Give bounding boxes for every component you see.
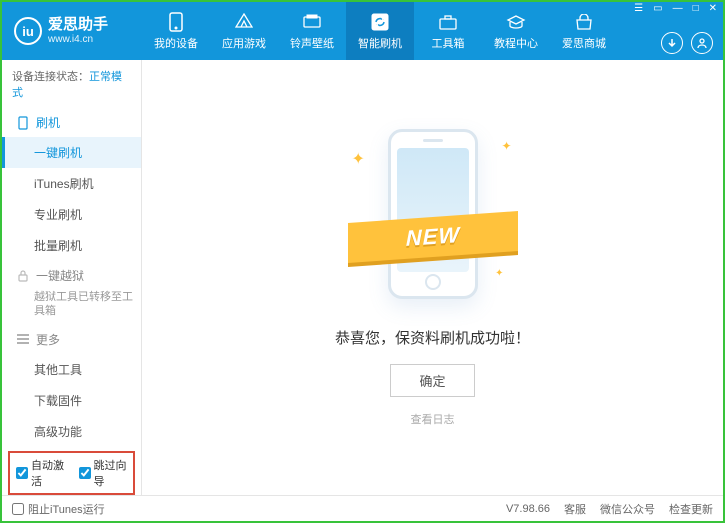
checkbox-auto-activate[interactable]: 自动激活 (16, 457, 65, 489)
footer-service[interactable]: 客服 (564, 501, 586, 517)
success-message: 恭喜您，保资料刷机成功啦！ (335, 327, 530, 348)
brand-site: www.i4.cn (48, 34, 108, 45)
download-button[interactable] (661, 32, 683, 54)
checkbox-block-itunes[interactable]: 阻止iTunes运行 (12, 501, 105, 517)
nav-apps[interactable]: 应用游戏 (210, 2, 278, 60)
minimize-icon[interactable]: — (671, 4, 685, 14)
nav-label: 智能刷机 (358, 35, 402, 51)
nav-ringtones[interactable]: 铃声壁纸 (278, 2, 346, 60)
logo-icon: iu (14, 17, 42, 45)
maximize-icon[interactable]: □ (691, 4, 701, 14)
toolbox-icon (438, 12, 458, 32)
close-icon[interactable]: ✕ (707, 4, 719, 14)
sidebar-item-itunes[interactable]: iTunes刷机 (2, 168, 141, 199)
footer-update[interactable]: 检查更新 (669, 501, 713, 517)
graduation-icon (506, 12, 526, 32)
nav-my-device[interactable]: 我的设备 (142, 2, 210, 60)
ok-button[interactable]: 确定 (390, 364, 474, 397)
sidebar-item-oneclick[interactable]: 一键刷机 (2, 137, 141, 168)
sidebar-item-advanced[interactable]: 高级功能 (2, 416, 141, 447)
logo: iu 爱思助手 www.i4.cn (2, 17, 142, 45)
section-flash[interactable]: 刷机 (2, 108, 141, 137)
new-ribbon: NEW (348, 211, 518, 263)
nav-label: 我的设备 (154, 35, 198, 51)
status-bar: 阻止iTunes运行 V7.98.66 客服 微信公众号 检查更新 (2, 495, 723, 521)
refresh-icon (370, 12, 390, 32)
connection-status: 设备连接状态：正常模式 (2, 60, 141, 108)
user-button[interactable] (691, 32, 713, 54)
jailbreak-note: 越狱工具已转移至工具箱 (2, 290, 141, 325)
nav-label: 爱思商城 (562, 35, 606, 51)
main-panel: ✦ ✦ ✦ NEW 恭喜您，保资料刷机成功啦！ 确定 查看日志 (142, 60, 723, 495)
sidebar-item-pro[interactable]: 专业刷机 (2, 199, 141, 230)
menu-icon[interactable]: ☰ (632, 4, 645, 14)
nav-label: 工具箱 (432, 35, 465, 51)
sidebar-item-other[interactable]: 其他工具 (2, 354, 141, 385)
section-jailbreak[interactable]: 一键越狱 (2, 261, 141, 290)
device-icon (166, 12, 186, 32)
lock-icon (16, 269, 30, 283)
title-bar: iu 爱思助手 www.i4.cn 我的设备 应用游戏 铃声壁纸 智能刷机 (2, 2, 723, 60)
view-log-link[interactable]: 查看日志 (411, 411, 455, 427)
nav-toolbox[interactable]: 工具箱 (414, 2, 482, 60)
success-illustration: ✦ ✦ ✦ NEW (358, 129, 508, 309)
footer-wechat[interactable]: 微信公众号 (600, 501, 655, 517)
store-icon (574, 12, 594, 32)
section-more[interactable]: 更多 (2, 325, 141, 354)
window-controls: ☰ ▭ — □ ✕ (632, 4, 719, 14)
version-label: V7.98.66 (506, 503, 550, 515)
list-icon (16, 332, 30, 346)
skin-icon[interactable]: ▭ (651, 4, 664, 14)
nav-store[interactable]: 爱思商城 (550, 2, 618, 60)
nav-label: 应用游戏 (222, 35, 266, 51)
sidebar-item-firmware[interactable]: 下载固件 (2, 385, 141, 416)
options-box: 自动激活 跳过向导 (8, 451, 135, 495)
sidebar-item-batch[interactable]: 批量刷机 (2, 230, 141, 261)
nav-smart-flash[interactable]: 智能刷机 (346, 2, 414, 60)
wallpaper-icon (302, 12, 322, 32)
nav-label: 铃声壁纸 (290, 35, 334, 51)
checkbox-skip-guide[interactable]: 跳过向导 (79, 457, 128, 489)
nav-tutorials[interactable]: 教程中心 (482, 2, 550, 60)
nav-label: 教程中心 (494, 35, 538, 51)
sidebar: 设备连接状态：正常模式 刷机 一键刷机 iTunes刷机 专业刷机 批量刷机 一… (2, 60, 142, 495)
brand-name: 爱思助手 (48, 17, 108, 34)
phone-icon (16, 116, 30, 130)
apps-icon (234, 12, 254, 32)
